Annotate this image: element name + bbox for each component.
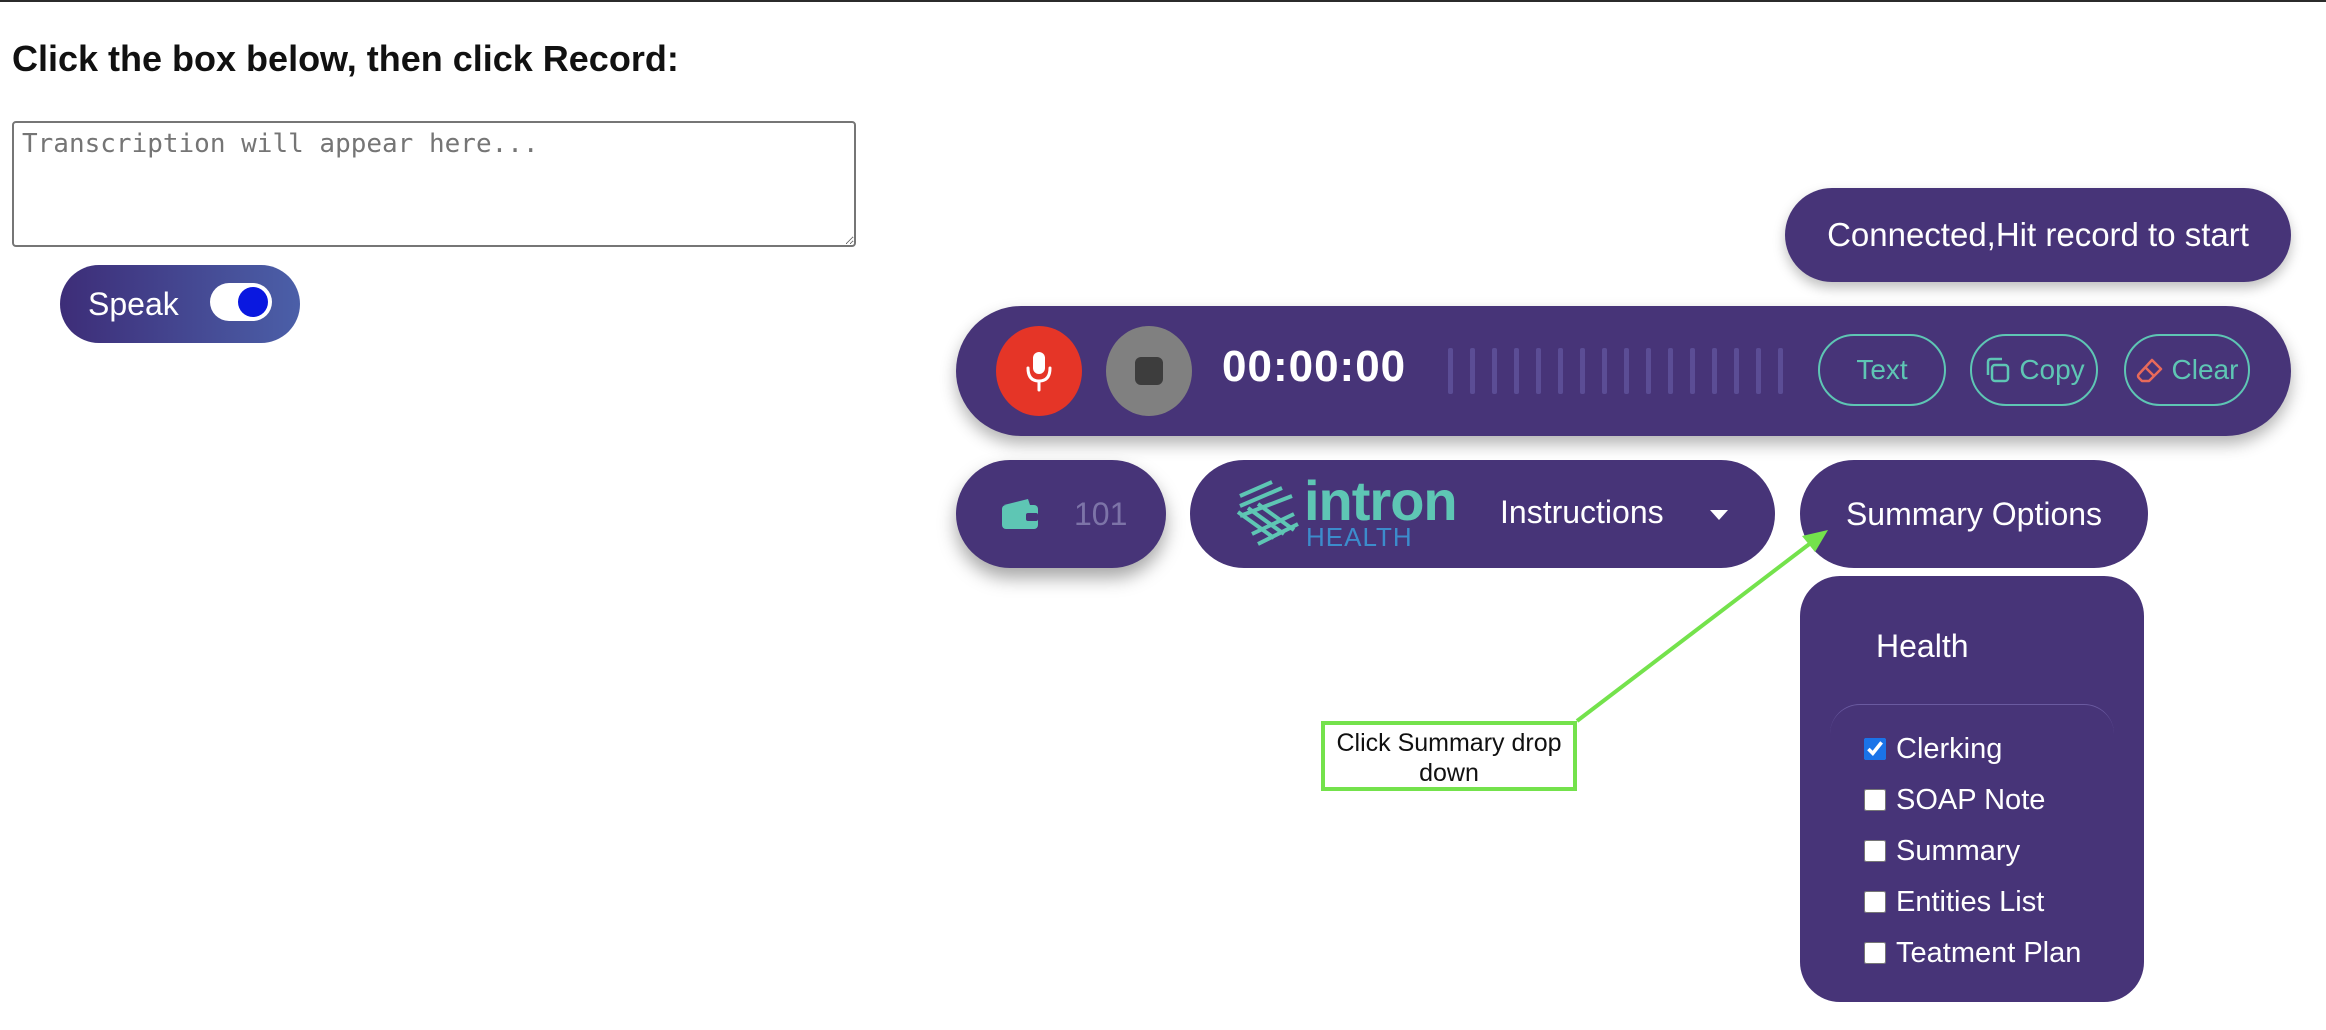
menu-group-header: Health bbox=[1876, 628, 1969, 664]
copy-icon bbox=[1987, 357, 2010, 383]
toggle-knob bbox=[238, 287, 268, 317]
credits-pill[interactable]: 101 bbox=[956, 460, 1166, 568]
stop-icon bbox=[1135, 357, 1163, 385]
text-button-label: Text bbox=[1856, 354, 1908, 385]
option-label: Entities List bbox=[1896, 885, 2045, 918]
stop-button[interactable] bbox=[1106, 326, 1192, 416]
instructions-label: Instructions bbox=[1500, 494, 1664, 530]
summary-options-menu: Health Clerking SOAP Note Summary Entiti… bbox=[1800, 576, 2144, 1002]
summary-checkbox[interactable] bbox=[1864, 840, 1886, 862]
caret-down-icon bbox=[1710, 510, 1728, 520]
text-button[interactable]: Text bbox=[1818, 334, 1946, 406]
option-summary[interactable]: Summary bbox=[1864, 831, 2020, 871]
clear-button-label: Clear bbox=[2171, 354, 2239, 385]
microphone-icon bbox=[1026, 352, 1052, 392]
waveform-meter bbox=[1448, 348, 1783, 394]
recorder-bar: 00:00:00 Text Copy Clear bbox=[956, 306, 2291, 436]
record-button[interactable] bbox=[996, 326, 1082, 416]
option-label: Clerking bbox=[1896, 732, 2003, 765]
credit-count: 101 bbox=[1074, 495, 1128, 532]
eraser-icon bbox=[2136, 358, 2162, 383]
logo-mark-icon bbox=[1236, 480, 1299, 546]
option-soap-note[interactable]: SOAP Note bbox=[1864, 780, 2045, 820]
instructions-dropdown[interactable]: intron HEALTH Instructions bbox=[1190, 460, 1775, 568]
summary-options-button[interactable]: Summary Options bbox=[1800, 460, 2148, 568]
logo-subtext: HEALTH bbox=[1306, 522, 1413, 552]
option-label: SOAP Note bbox=[1896, 783, 2046, 816]
connection-status: Connected,Hit record to start bbox=[1785, 188, 2291, 282]
option-clerking[interactable]: Clerking bbox=[1864, 729, 2002, 769]
recording-timer: 00:00:00 bbox=[1222, 342, 1407, 391]
option-label: Summary bbox=[1896, 834, 2021, 867]
entities-list-checkbox[interactable] bbox=[1864, 891, 1886, 913]
treatment-plan-checkbox[interactable] bbox=[1864, 942, 1886, 964]
intron-health-logo: intron HEALTH bbox=[1234, 469, 1464, 552]
copy-button-label: Copy bbox=[2019, 354, 2085, 385]
speak-toggle-pill[interactable]: Speak bbox=[60, 265, 300, 343]
speak-label: Speak bbox=[88, 285, 179, 322]
soap-note-checkbox[interactable] bbox=[1864, 789, 1886, 811]
speak-toggle-switch[interactable] bbox=[210, 283, 272, 321]
wallet-icon bbox=[1002, 499, 1038, 529]
option-treatment-plan[interactable]: Teatment Plan bbox=[1864, 933, 2081, 973]
transcription-textarea[interactable] bbox=[12, 121, 856, 247]
clear-button[interactable]: Clear bbox=[2124, 334, 2250, 406]
top-border bbox=[0, 0, 2326, 2]
option-label: Teatment Plan bbox=[1896, 936, 2082, 969]
option-entities-list[interactable]: Entities List bbox=[1864, 882, 2044, 922]
copy-button[interactable]: Copy bbox=[1970, 334, 2098, 406]
clerking-checkbox[interactable] bbox=[1864, 738, 1886, 760]
annotation-callout: Click Summary drop down bbox=[1321, 721, 1577, 791]
page-heading: Click the box below, then click Record: bbox=[12, 38, 679, 79]
